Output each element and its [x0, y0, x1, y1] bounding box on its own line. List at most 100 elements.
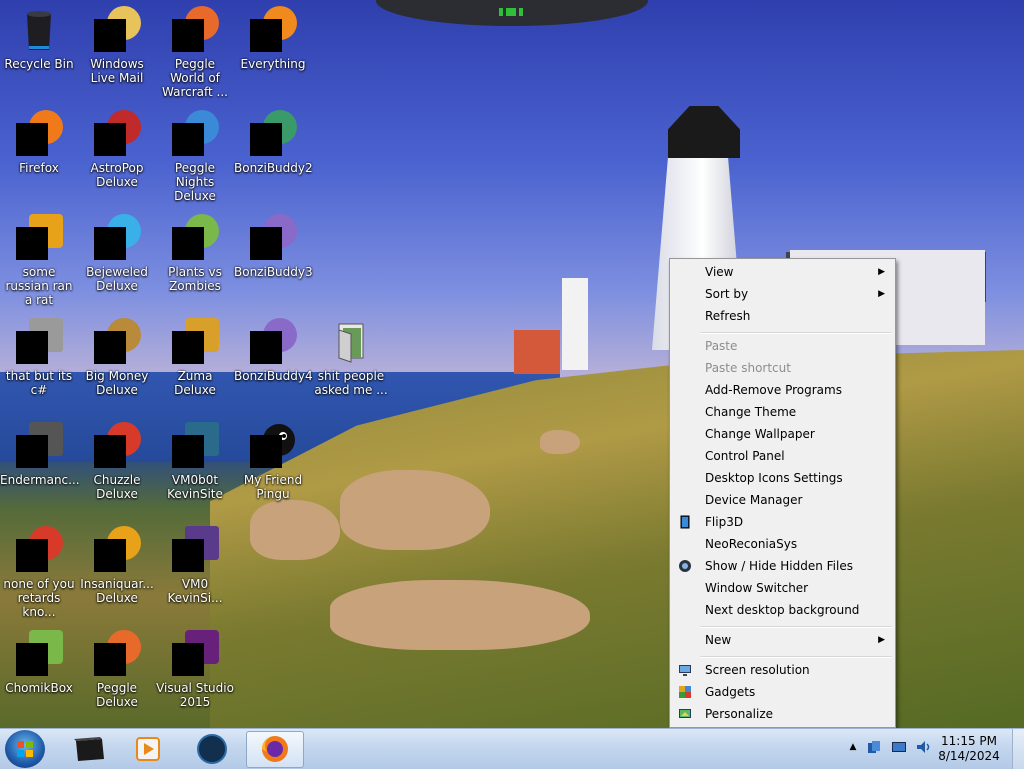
desktop-icon-recycle-bin[interactable]: Recycle Bin [0, 6, 78, 71]
firefox-icon [262, 736, 288, 762]
icon-label: Chuzzle Deluxe [93, 473, 141, 501]
menu-item-view[interactable]: View ▶ [672, 261, 893, 283]
wallpaper-small-tower [562, 278, 588, 370]
desktop-icon-windows-live-mail[interactable]: Windows Live Mail [78, 6, 156, 85]
desktop-icon-vm0b0t[interactable]: VM0b0t KevinSite [156, 422, 234, 501]
icon-label: BonziBuddy3 [234, 265, 313, 279]
desktop-icon-firefox[interactable]: Firefox [0, 110, 78, 175]
flip3d-icon [680, 515, 690, 529]
gadgets-icon [679, 686, 691, 698]
menu-item-paste[interactable]: Paste [672, 335, 893, 357]
desktop-icon-zuma[interactable]: Zuma Deluxe [156, 318, 234, 397]
icon-label: Zuma Deluxe [174, 369, 216, 397]
submenu-arrow-icon: ▶ [878, 267, 885, 277]
pingu-icon [249, 422, 297, 470]
everything-icon [249, 6, 297, 54]
menu-item-next-desktop-background[interactable]: Next desktop background [672, 599, 893, 621]
action-center-icon[interactable] [891, 739, 907, 755]
visual-studio-icon [171, 630, 219, 678]
icon-label: shit people asked me ... [314, 369, 388, 397]
menu-item-screen-resolution[interactable]: Screen resolution [672, 659, 893, 681]
desktop-icon-chuzzle[interactable]: Chuzzle Deluxe [78, 422, 156, 501]
submenu-arrow-icon: ▶ [878, 289, 885, 299]
menu-item-change-theme[interactable]: Change Theme [672, 401, 893, 423]
menu-item-neoreconiasys[interactable]: NeoReconiaSys [672, 533, 893, 555]
desktop-icon-peggle-wow[interactable]: Peggle World of Warcraft ... [156, 6, 234, 99]
desktop-icon-everything[interactable]: Everything [234, 6, 312, 71]
clock-time: 11:15 PM [941, 734, 997, 748]
taskbar-app-media-player[interactable] [120, 731, 176, 766]
desktop-icon-vm0-kevinsite[interactable]: VM0 KevinSi... [156, 526, 234, 605]
show-desktop-button[interactable] [1012, 729, 1024, 769]
desktop-icon-chomikbox[interactable]: ChomikBox [0, 630, 78, 695]
icon-label: Visual Studio 2015 [156, 681, 234, 709]
menu-item-device-manager[interactable]: Device Manager [672, 489, 893, 511]
menu-separator [700, 656, 892, 658]
desktop-icon-peggle-deluxe[interactable]: Peggle Deluxe [78, 630, 156, 709]
desktop-icon-peggle-nights[interactable]: Peggle Nights Deluxe [156, 110, 234, 203]
bonzibuddy-icon [249, 110, 297, 158]
start-button[interactable] [5, 730, 45, 768]
network-icon[interactable] [866, 739, 882, 755]
tray-expand-arrow-icon[interactable]: ▲ [845, 739, 861, 755]
desktop-icon-folder[interactable]: shit people asked me ... [312, 318, 390, 397]
globe-icon [197, 734, 227, 764]
wallpaper-rock [250, 500, 340, 560]
menu-item-show-hide-hidden-files[interactable]: Show / Hide Hidden Files [672, 555, 893, 577]
volume-icon[interactable] [915, 739, 931, 755]
desktop-icon-visual-studio[interactable]: Visual Studio 2015 [156, 630, 234, 709]
desktop-icon-bonzibuddy3[interactable]: BonziBuddy3 [234, 214, 313, 279]
taskbar-app-terminal[interactable] [62, 731, 118, 766]
terminal-icon [74, 737, 104, 761]
menu-item-new[interactable]: New ▶ [672, 629, 893, 651]
desktop-icon-insaniquarium[interactable]: Insaniquar... Deluxe [78, 526, 156, 605]
icon-label: Firefox [19, 161, 59, 175]
gadget-indicator-icon [499, 8, 523, 16]
icon-label: Insaniquar... Deluxe [80, 577, 154, 605]
system-clock[interactable]: 11:15 PM 8/14/2024 [930, 734, 1008, 764]
desktop-icon-bonzibuddy2[interactable]: BonziBuddy2 [234, 110, 313, 175]
desktop-icon-russian-rat[interactable]: some russian ran a rat [0, 214, 78, 307]
desktop-icon-bonzibuddy4[interactable]: BonziBuddy4 [234, 318, 313, 383]
icon-label: that but its c# [5, 369, 73, 397]
folder-icon [327, 318, 375, 366]
menu-separator [700, 626, 892, 628]
menu-item-sort-by[interactable]: Sort by ▶ [672, 283, 893, 305]
taskbar-app-firefox[interactable] [246, 731, 304, 768]
astropop-icon [93, 110, 141, 158]
menu-item-change-wallpaper[interactable]: Change Wallpaper [672, 423, 893, 445]
taskbar-app-globe[interactable] [184, 731, 240, 766]
app-icon [15, 214, 63, 262]
top-gadget-widget[interactable] [376, 0, 648, 26]
menu-item-gadgets[interactable]: Gadgets [672, 681, 893, 703]
desktop-icon-endermanc[interactable]: Endermanc... [0, 422, 80, 487]
desktop-background[interactable]: Recycle Bin Windows Live Mail Peggle Wor… [0, 0, 1024, 728]
icon-label: Windows Live Mail [90, 57, 144, 85]
icon-label: My Friend Pingu [243, 473, 303, 501]
app-icon [171, 422, 219, 470]
menu-item-window-switcher[interactable]: Window Switcher [672, 577, 893, 599]
desktop-icon-none-of-you[interactable]: none of you retards kno... [0, 526, 78, 619]
bejeweled-icon [93, 214, 141, 262]
desktop-icon-pingu[interactable]: My Friend Pingu [234, 422, 312, 501]
icon-label: some russian ran a rat [5, 265, 73, 307]
icon-label: Peggle World of Warcraft ... [162, 57, 228, 99]
icon-label: Recycle Bin [4, 57, 74, 71]
desktop-icon-plants-vs-zombies[interactable]: Plants vs Zombies [156, 214, 234, 293]
desktop-icon-astropop[interactable]: AstroPop Deluxe [78, 110, 156, 189]
chomikbox-icon [15, 630, 63, 678]
submenu-arrow-icon: ▶ [878, 635, 885, 645]
menu-item-personalize[interactable]: Personalize [672, 703, 893, 725]
menu-item-desktop-icons-settings[interactable]: Desktop Icons Settings [672, 467, 893, 489]
menu-item-control-panel[interactable]: Control Panel [672, 445, 893, 467]
menu-item-paste-shortcut[interactable]: Paste shortcut [672, 357, 893, 379]
menu-item-flip3d[interactable]: Flip3D [672, 511, 893, 533]
hidden-files-icon [679, 560, 691, 572]
desktop-icon-big-money[interactable]: Big Money Deluxe [78, 318, 156, 397]
windows-logo-icon [17, 741, 33, 757]
desktop-icon-bejeweled[interactable]: Bejeweled Deluxe [78, 214, 156, 293]
big-money-icon [93, 318, 141, 366]
menu-item-refresh[interactable]: Refresh [672, 305, 893, 327]
menu-item-add-remove-programs[interactable]: Add-Remove Programs [672, 379, 893, 401]
desktop-icon-c-sharp[interactable]: that but its c# [0, 318, 78, 397]
